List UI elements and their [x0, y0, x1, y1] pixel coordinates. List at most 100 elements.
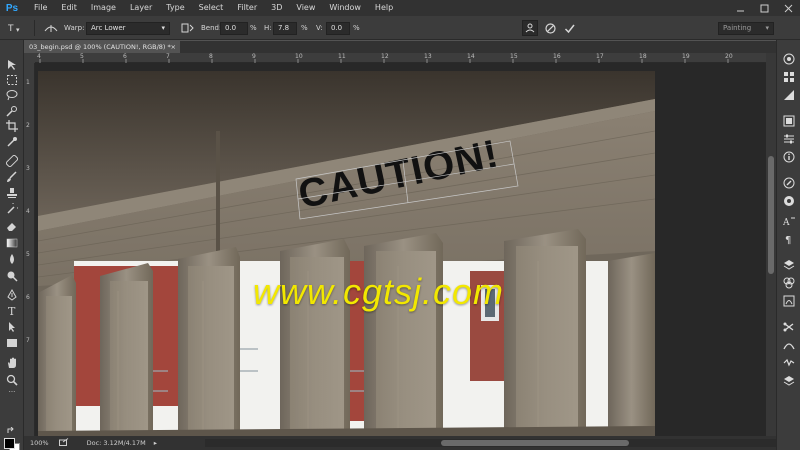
menu-view[interactable]: View — [289, 0, 322, 16]
menu-3d[interactable]: 3D — [264, 0, 289, 16]
clone-stamp-icon[interactable] — [4, 186, 20, 200]
menu-help[interactable]: Help — [368, 0, 400, 16]
menu-filter[interactable]: Filter — [230, 0, 264, 16]
h-input[interactable]: 7.8 — [273, 21, 297, 35]
menu-select[interactable]: Select — [192, 0, 231, 16]
history-brush-icon[interactable] — [4, 202, 20, 216]
pen-icon[interactable] — [4, 288, 20, 302]
menu-window[interactable]: Window — [322, 0, 368, 16]
rectangle-icon[interactable] — [4, 336, 20, 350]
v-label: V: — [316, 24, 323, 32]
close-tab-icon[interactable]: × — [171, 41, 176, 53]
more-tools-icon[interactable]: ··· — [4, 388, 20, 396]
horizontal-scrollbar[interactable] — [205, 439, 790, 447]
canvas-workspace[interactable]: CAUTION! www.cgtsj.com — [35, 63, 766, 436]
maximize-icon[interactable] — [752, 0, 776, 16]
workspace-switcher[interactable]: Painting ▾ — [718, 21, 774, 35]
ruler-tick-label: 19 — [682, 53, 690, 60]
ruler-tick-label: 9 — [252, 53, 256, 60]
vertical-scrollbar[interactable] — [766, 53, 776, 436]
crop-icon[interactable] — [4, 119, 20, 133]
cancel-transform-icon[interactable] — [545, 16, 556, 40]
clone-source-icon[interactable] — [781, 194, 797, 208]
vertical-scroll-thumb[interactable] — [768, 156, 774, 274]
svg-text:T: T — [8, 305, 16, 317]
healing-brush-icon[interactable] — [4, 154, 20, 168]
horizontal-scroll-thumb[interactable] — [441, 440, 629, 446]
menu-image[interactable]: Image — [84, 0, 123, 16]
foreground-color-swatch[interactable] — [4, 438, 15, 449]
swap-colors-icon[interactable] — [4, 426, 20, 436]
status-menu-icon[interactable]: ▸ — [154, 439, 157, 447]
layer-comps-icon[interactable] — [781, 356, 797, 370]
ruler-tick-label: 15 — [510, 53, 518, 60]
lasso-icon[interactable] — [4, 88, 20, 102]
channels-icon[interactable] — [781, 276, 797, 290]
quick-select-icon[interactable] — [4, 104, 20, 118]
zoom-icon[interactable] — [4, 373, 20, 387]
dodge-icon[interactable] — [4, 269, 20, 283]
layers-icon[interactable] — [781, 258, 797, 272]
hand-icon[interactable] — [4, 356, 20, 370]
bend-percent: % — [250, 24, 257, 32]
brush-icon[interactable] — [4, 170, 20, 184]
ruler-tick-label: 7 — [166, 53, 170, 60]
share-icon[interactable] — [58, 438, 69, 448]
ruler-tick-label: 5 — [80, 53, 84, 60]
ruler-tick-label: 6 — [123, 53, 127, 60]
panel-dock: A ¶ — [776, 40, 800, 450]
properties-icon[interactable] — [781, 132, 797, 146]
gradient-icon[interactable] — [4, 236, 20, 250]
orientation-icon[interactable] — [180, 16, 194, 40]
brush-presets-icon[interactable] — [781, 176, 797, 190]
info-icon[interactable] — [781, 150, 797, 164]
h-label: H: — [264, 24, 272, 32]
move-icon[interactable] — [4, 58, 20, 72]
menu-file[interactable]: File — [27, 0, 54, 16]
minimize-icon[interactable] — [728, 0, 752, 16]
commit-transform-icon[interactable] — [564, 16, 575, 40]
svg-text:T: T — [8, 24, 14, 34]
document-canvas[interactable]: CAUTION! — [38, 71, 655, 436]
character-icon[interactable]: A — [781, 214, 797, 228]
zoom-level[interactable]: 100% — [30, 439, 49, 447]
tool-preset-icon[interactable]: T ▾ — [8, 16, 28, 40]
eraser-icon[interactable] — [4, 219, 20, 233]
menu-edit[interactable]: Edit — [54, 0, 84, 16]
paragraph-icon[interactable]: ¶ — [781, 232, 797, 246]
paths-icon[interactable] — [781, 294, 797, 308]
ruler-origin[interactable] — [24, 53, 35, 63]
warp-style-dropdown[interactable]: Arc Lower ▾ — [86, 21, 170, 35]
history-icon[interactable] — [781, 320, 797, 334]
photoshop-logo: Ps — [5, 2, 19, 14]
ruler-vertical[interactable]: 1 2 3 4 5 6 7 — [24, 63, 35, 436]
v-input[interactable]: 0.0 — [326, 21, 350, 35]
timeline-icon[interactable] — [781, 374, 797, 388]
h-value: 7.8 — [278, 24, 290, 32]
eyedropper-icon[interactable] — [4, 135, 20, 149]
actions-icon[interactable] — [781, 338, 797, 352]
document-tab[interactable]: 03_begin.psd @ 100% (CAUTION!, RGB/8) * … — [24, 41, 180, 53]
type-icon[interactable]: T — [4, 304, 20, 318]
v-value: 0.0 — [331, 24, 343, 32]
swatches-icon[interactable] — [781, 70, 797, 84]
bend-input[interactable]: 0.0 — [220, 21, 248, 35]
color-icon[interactable] — [781, 52, 797, 66]
marquee-icon[interactable] — [4, 73, 20, 87]
ruler-tick-label: 20 — [725, 53, 733, 60]
adjustments-icon[interactable] — [781, 88, 797, 102]
ruler-tick-label: 16 — [553, 53, 561, 60]
close-icon[interactable] — [776, 0, 800, 16]
h-percent: % — [301, 24, 308, 32]
ruler-tick-label: 7 — [26, 337, 30, 344]
styles-icon[interactable] — [781, 114, 797, 128]
menu-type[interactable]: Type — [159, 0, 191, 16]
ruler-tick-label: 13 — [424, 53, 432, 60]
ruler-horizontal[interactable]: 4 5 6 7 8 9 10 11 12 13 14 15 16 17 18 1… — [35, 53, 766, 63]
svg-text:¶: ¶ — [785, 235, 791, 245]
path-select-icon[interactable] — [4, 320, 20, 334]
blur-icon[interactable] — [4, 252, 20, 266]
puppet-warp-icon[interactable] — [522, 20, 538, 36]
workspace-value: Painting — [723, 24, 752, 32]
menu-layer[interactable]: Layer — [123, 0, 159, 16]
